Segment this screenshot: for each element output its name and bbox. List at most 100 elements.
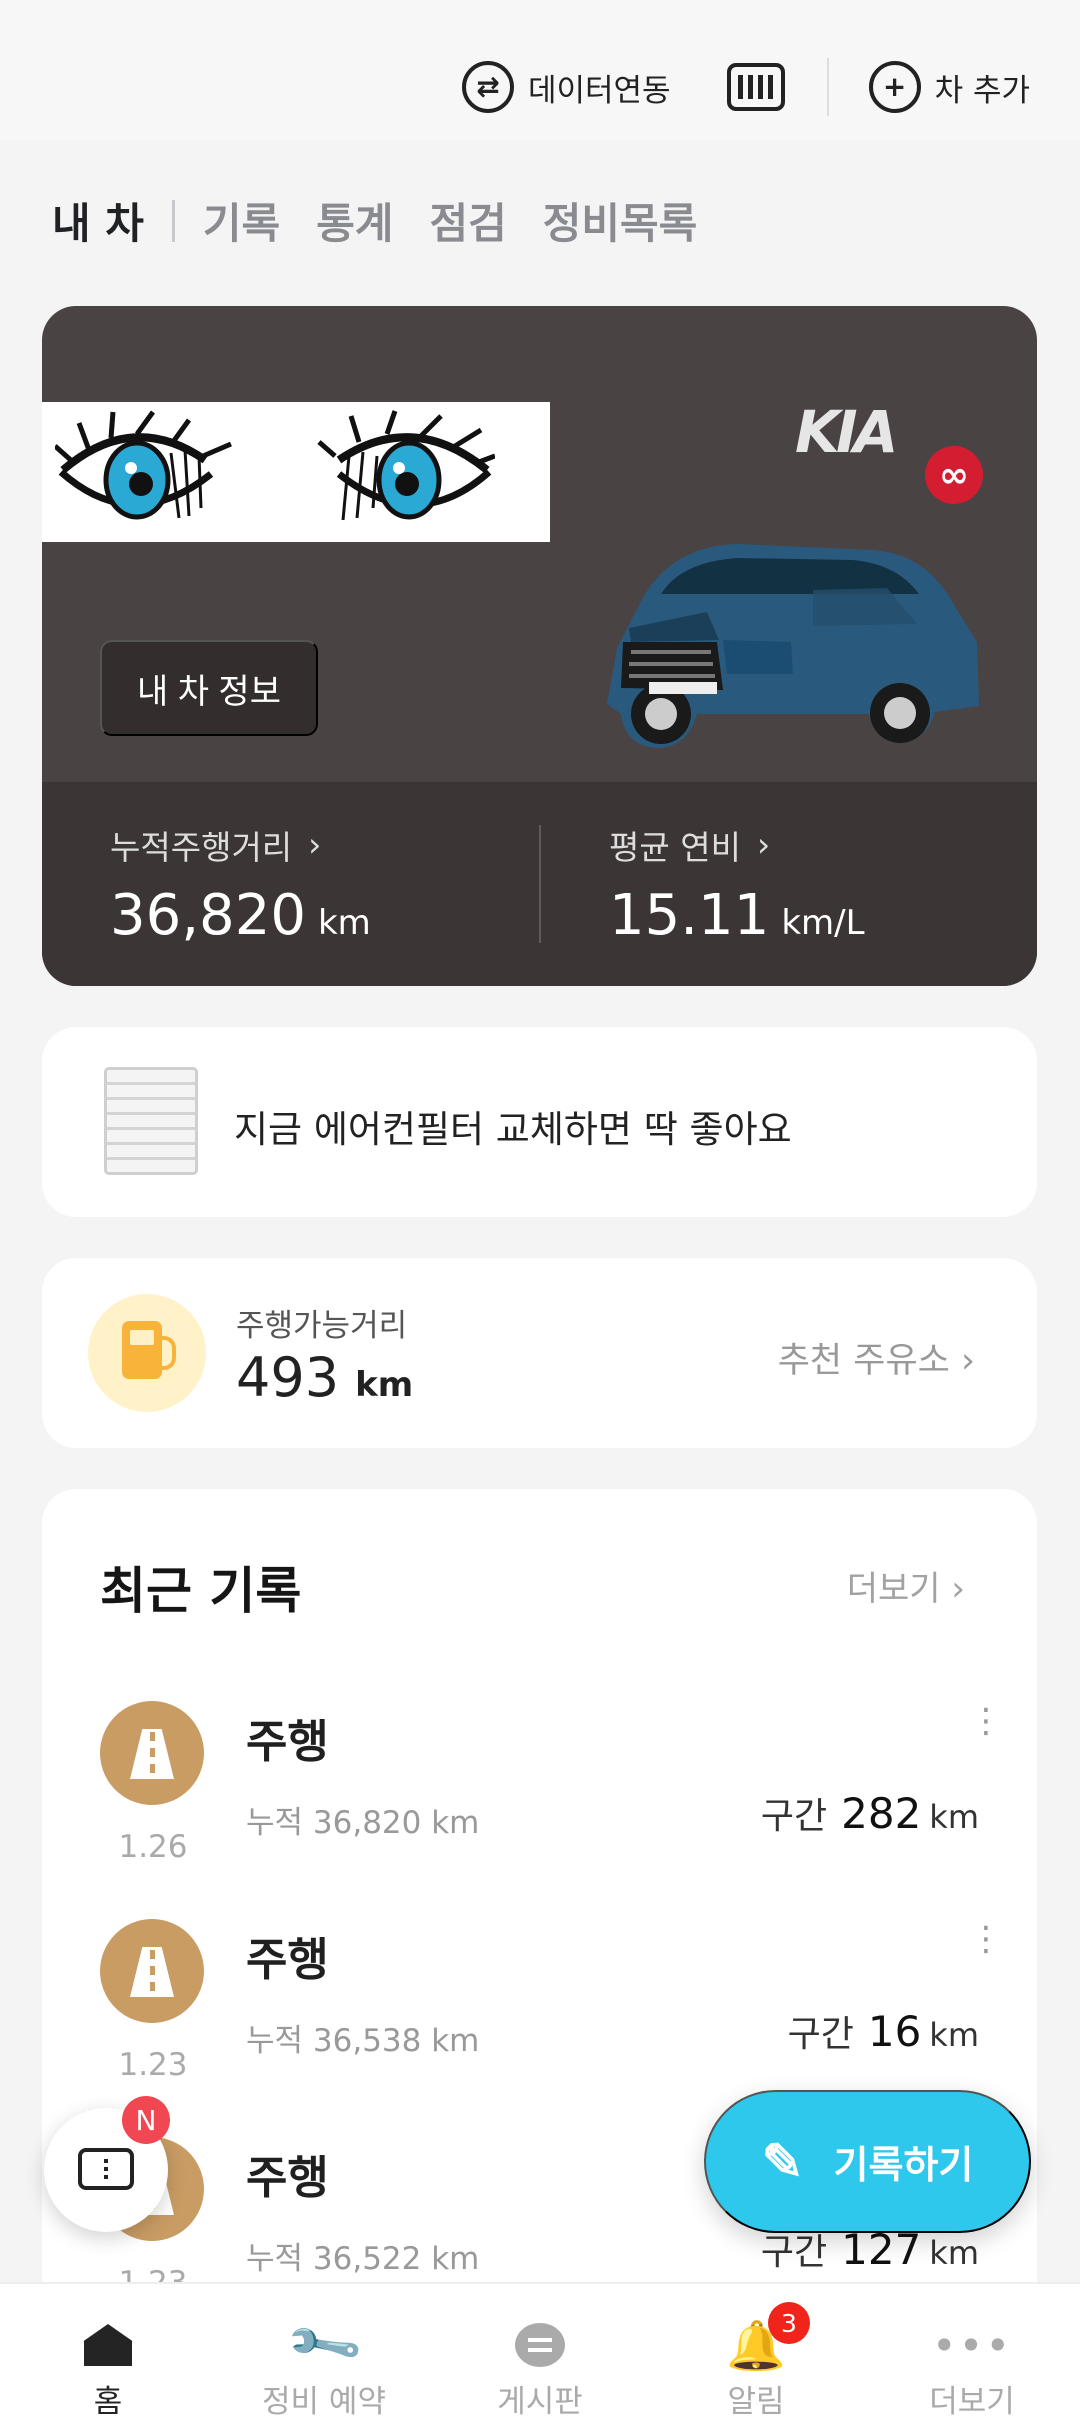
chat-bubble-shape	[515, 2323, 565, 2367]
more-vertical-icon[interactable]: ⋮	[969, 1704, 1003, 1755]
air-filter-message: 지금 에어컨필터 교체하면 딱 좋아요	[234, 1108, 792, 1151]
data-sync-button[interactable]: ⇄ 데이터연동	[461, 61, 671, 113]
tab-statistics[interactable]: 통계	[316, 190, 393, 251]
record-section-unit: km	[929, 2234, 979, 2272]
car-stats: 누적주행거리 › 36,820 km 평균 연비 › 15.11 km/L	[42, 782, 1037, 986]
record-date: 1.23	[118, 2047, 188, 2083]
tab-my-car[interactable]: 내 차	[52, 190, 144, 251]
average-fuel-efficiency-stat[interactable]: 평균 연비 › 15.11 km/L	[539, 825, 1036, 948]
tab-inspection[interactable]: 점검	[429, 190, 506, 251]
average-fuel-efficiency-label: 평균 연비	[609, 827, 741, 867]
record-title: 주행	[246, 1715, 329, 1768]
infinity-icon: ∞	[925, 446, 983, 504]
chevron-right-icon: ›	[961, 1341, 975, 1381]
chat-icon	[511, 2316, 569, 2374]
ticket-icon	[78, 2148, 134, 2190]
add-car-label: 차 추가	[934, 72, 1030, 109]
my-car-card[interactable]: KIA ∞ 내 차 정보 누적주행거리 › 36,820 km 평균 연비 › …	[42, 306, 1037, 986]
road-icon	[100, 1919, 204, 2023]
record-item[interactable]: 1.26 주행 누적 36,820 km ⋮ 구간 282 km	[42, 1701, 1037, 1919]
road-lane-line	[150, 1950, 155, 1993]
right-cartoon-eye	[317, 410, 495, 521]
write-record-button[interactable]: ✎ 기록하기	[704, 2090, 1031, 2233]
more-label: 더보기	[846, 1569, 941, 1609]
pencil-icon: ✎	[761, 2133, 804, 2190]
coupon-floating-button[interactable]: N	[44, 2096, 170, 2232]
bottom-navigation: 홈 🔧 정비 예약 게시판 🔔 알림 3 ••• 더보기	[0, 2282, 1080, 2431]
road-lane-line	[150, 1732, 155, 1775]
record-section-label: 구간	[787, 2014, 854, 2055]
cartoon-eyes-image	[42, 402, 550, 542]
nav-board[interactable]: 게시판	[432, 2284, 648, 2431]
chevron-right-icon: ›	[951, 1569, 965, 1609]
barcode-bar	[768, 75, 774, 99]
record-title: 주행	[246, 1933, 329, 1986]
nav-notifications[interactable]: 🔔 알림 3	[648, 2284, 864, 2431]
chevron-right-icon: ›	[308, 825, 322, 864]
fuel-icon	[88, 1294, 206, 1412]
record-section-row: 구간 16 km	[788, 2005, 979, 2057]
new-badge: N	[122, 2096, 170, 2144]
fuel-range-value-row: 493 km	[236, 1346, 413, 1409]
nav-maintenance-booking[interactable]: 🔧 정비 예약	[216, 2284, 432, 2431]
tab-maintenance-list[interactable]: 정비목록	[543, 190, 698, 251]
nav-more[interactable]: ••• 더보기	[864, 2284, 1080, 2431]
barcode-button[interactable]	[726, 63, 785, 111]
more-vertical-icon[interactable]: ⋮	[969, 1922, 1003, 1973]
fuel-range-unit: km	[355, 1365, 414, 1405]
nav-board-label: 게시판	[497, 2384, 583, 2420]
record-section-row: 구간 282 km	[761, 1787, 979, 1839]
add-car-button[interactable]: + 차 추가	[868, 61, 1030, 113]
average-fuel-efficiency-unit: km/L	[781, 902, 865, 943]
write-record-label: 기록하기	[833, 2145, 974, 2187]
average-fuel-efficiency-value: 15.11	[609, 882, 770, 948]
data-sync-label: 데이터연동	[527, 72, 671, 109]
car-image	[607, 544, 979, 748]
tab-records[interactable]: 기록	[203, 190, 280, 251]
record-section-distance: 282	[841, 1789, 922, 1838]
recent-records-title: 최근 기록	[100, 1562, 302, 1620]
more-dots-icon: •••	[931, 2320, 1013, 2370]
fuel-pump-shape	[122, 1321, 162, 1379]
total-distance-label: 누적주행거리	[110, 827, 293, 867]
fuel-range-card[interactable]: 주행가능거리 493 km 추천 주유소 ›	[42, 1258, 1037, 1448]
fuel-hose-shape	[158, 1336, 176, 1370]
left-cartoon-eye	[55, 410, 232, 520]
top-divider	[826, 58, 829, 116]
record-total-distance: 누적 36,538 km	[246, 2023, 480, 2059]
recommended-gas-station-label: 추천 주유소	[777, 1341, 950, 1381]
recent-records-more-link[interactable]: 더보기 ›	[847, 1561, 965, 1610]
record-date: 1.26	[118, 1829, 188, 1865]
record-section-distance: 16	[867, 2007, 922, 2056]
recommended-gas-station-link[interactable]: 추천 주유소 ›	[778, 1332, 975, 1383]
record-section-unit: km	[929, 2016, 979, 2054]
nav-maintenance-booking-label: 정비 예약	[262, 2384, 386, 2420]
air-filter-notice-card[interactable]: 지금 에어컨필터 교체하면 딱 좋아요	[42, 1027, 1037, 1217]
nav-notifications-label: 알림	[727, 2384, 785, 2420]
wrench-icon: 🔧	[281, 2302, 366, 2387]
notification-count-badge: 3	[768, 2302, 810, 2344]
record-section-label: 구간	[760, 1796, 828, 1837]
nav-home[interactable]: 홈	[0, 2284, 216, 2431]
main-tabs: 내 차 기록 통계 점검 정비목록	[52, 190, 697, 251]
fuel-range-value: 493	[236, 1346, 340, 1409]
record-total-distance: 누적 36,522 km	[246, 2241, 480, 2277]
average-fuel-efficiency-value-row: 15.11 km/L	[609, 883, 1036, 948]
chevron-right-icon: ›	[756, 825, 771, 864]
fuel-range-label: 주행가능거리	[236, 1308, 408, 1344]
total-distance-value-row: 36,820 km	[110, 883, 539, 948]
barcode-bar	[758, 75, 764, 99]
my-car-info-button[interactable]: 내 차 정보	[100, 640, 318, 736]
total-distance-unit: km	[317, 902, 371, 943]
barcode-bar	[748, 75, 754, 99]
top-bar: ⇄ 데이터연동 + 차 추가	[0, 0, 1080, 140]
average-fuel-efficiency-label-row: 평균 연비 ›	[609, 821, 1036, 869]
barcode-bar	[738, 75, 744, 99]
home-icon	[79, 2316, 137, 2374]
nav-more-label: 더보기	[929, 2384, 1015, 2420]
top-actions: ⇄ 데이터연동 + 차 추가	[461, 52, 1030, 122]
record-section-label: 구간	[760, 2232, 828, 2273]
total-distance-label-row: 누적주행거리 ›	[110, 821, 539, 869]
total-distance-stat[interactable]: 누적주행거리 › 36,820 km	[42, 821, 539, 948]
total-distance-value: 36,820	[110, 882, 306, 948]
